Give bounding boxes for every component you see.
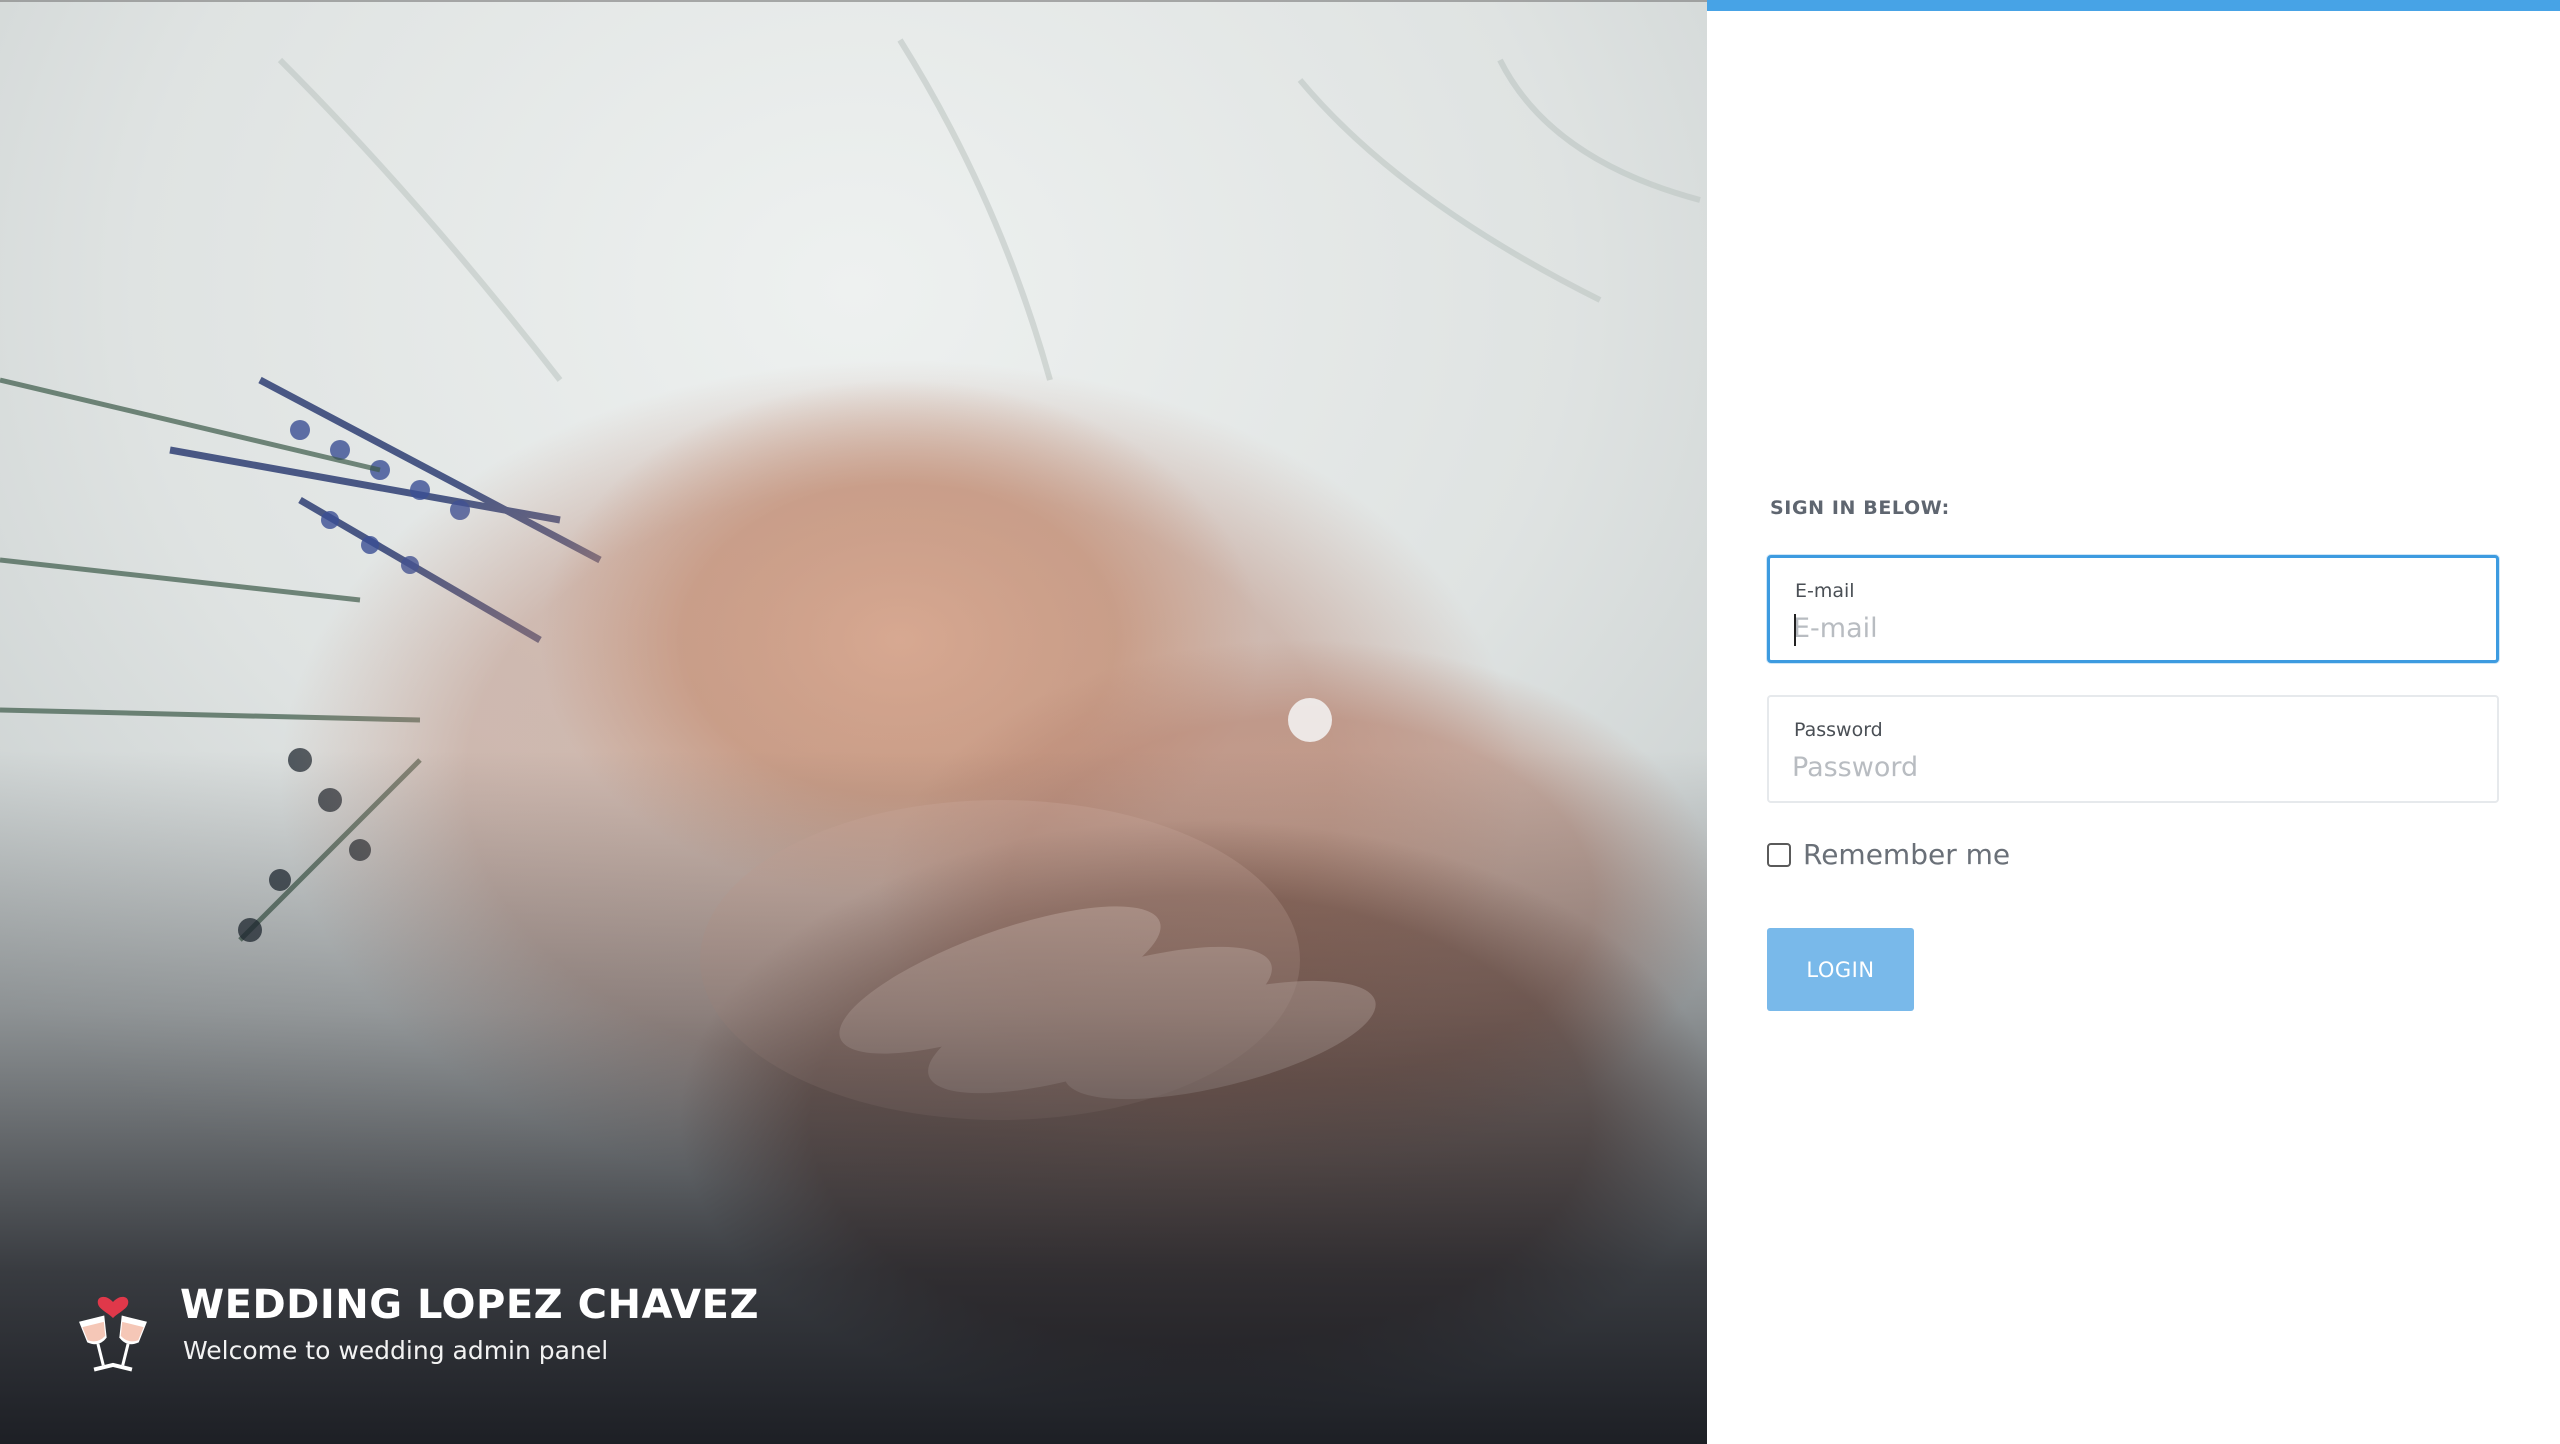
- brand-title: WEDDING LOPEZ CHAVEZ: [180, 1282, 759, 1328]
- email-input[interactable]: [1793, 608, 2473, 648]
- signin-heading: SIGN IN BELOW:: [1770, 497, 1950, 519]
- brand-text: WEDDING LOPEZ CHAVEZ Welcome to wedding …: [180, 1280, 759, 1365]
- text-caret: [1794, 614, 1796, 646]
- signin-panel: SIGN IN BELOW: E-mail Password Remember …: [1707, 0, 2560, 1444]
- email-field[interactable]: E-mail: [1767, 555, 2499, 663]
- hero-shade: [0, 0, 1707, 1444]
- brand: WEDDING LOPEZ CHAVEZ Welcome to wedding …: [68, 1280, 759, 1378]
- login-button[interactable]: LOGIN: [1767, 928, 1914, 1011]
- remember-me[interactable]: Remember me: [1767, 838, 2010, 871]
- password-input[interactable]: [1792, 747, 2472, 787]
- password-label: Password: [1794, 719, 1883, 741]
- hero-panel: WEDDING LOPEZ CHAVEZ Welcome to wedding …: [0, 0, 1707, 1444]
- remember-label[interactable]: Remember me: [1803, 838, 2010, 871]
- remember-checkbox[interactable]: [1767, 842, 1791, 867]
- top-accent-bar: [1707, 0, 2560, 11]
- champagne-toast-heart-icon: [79, 1296, 147, 1372]
- brand-subtitle: Welcome to wedding admin panel: [183, 1336, 609, 1365]
- email-label: E-mail: [1795, 580, 1855, 602]
- password-field[interactable]: Password: [1767, 695, 2499, 803]
